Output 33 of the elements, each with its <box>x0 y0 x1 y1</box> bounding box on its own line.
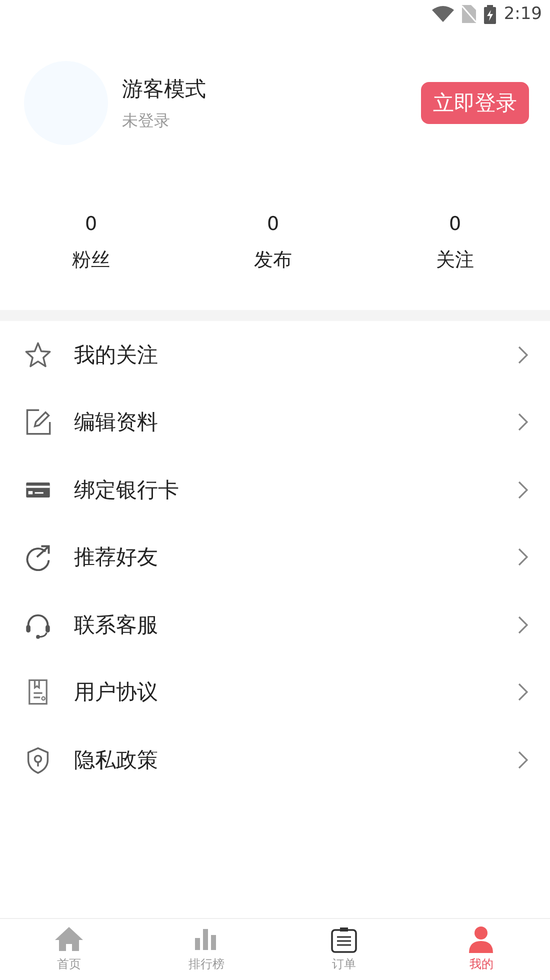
home-icon <box>54 926 83 953</box>
no-sim-icon <box>462 5 476 23</box>
stat-value: 0 <box>84 213 98 235</box>
share-icon <box>24 543 52 572</box>
stat-value: 0 <box>448 213 462 235</box>
user-name: 游客模式 <box>122 76 207 102</box>
clock-time: 2:19 <box>504 4 542 24</box>
battery-icon <box>484 4 496 24</box>
stat-value: 0 <box>266 213 280 235</box>
menu-item[interactable]: 联系客服 <box>0 591 550 658</box>
menu-item[interactable]: 编辑资料 <box>0 388 550 456</box>
chevron-icon <box>518 616 528 634</box>
menu-item[interactable]: 推荐好友 <box>0 524 550 591</box>
chevron-icon <box>518 480 528 499</box>
menu-item[interactable]: 绑定银行卡 <box>0 456 550 524</box>
person-icon <box>467 926 496 953</box>
edit-icon <box>24 408 52 436</box>
stat-label[interactable]: 发布 <box>254 247 292 273</box>
login-status: 未登录 <box>122 110 171 132</box>
chevron-icon <box>518 346 528 364</box>
chevron-icon <box>518 750 528 769</box>
chevron-icon <box>518 413 528 432</box>
stat-label[interactable]: 粉丝 <box>72 247 110 273</box>
menu-item[interactable]: 用户协议 <box>0 658 550 726</box>
menu-item[interactable]: 我的关注 <box>0 321 550 388</box>
star-icon <box>24 340 52 369</box>
chevron-icon <box>518 548 528 566</box>
menu-item[interactable]: 隐私政策 <box>0 726 550 794</box>
stat-label[interactable]: 关注 <box>436 247 474 273</box>
wifi-icon <box>432 6 454 22</box>
tab[interactable]: 我的 <box>412 919 550 980</box>
clipboard-icon <box>330 926 358 953</box>
chevron-icon <box>518 683 528 702</box>
